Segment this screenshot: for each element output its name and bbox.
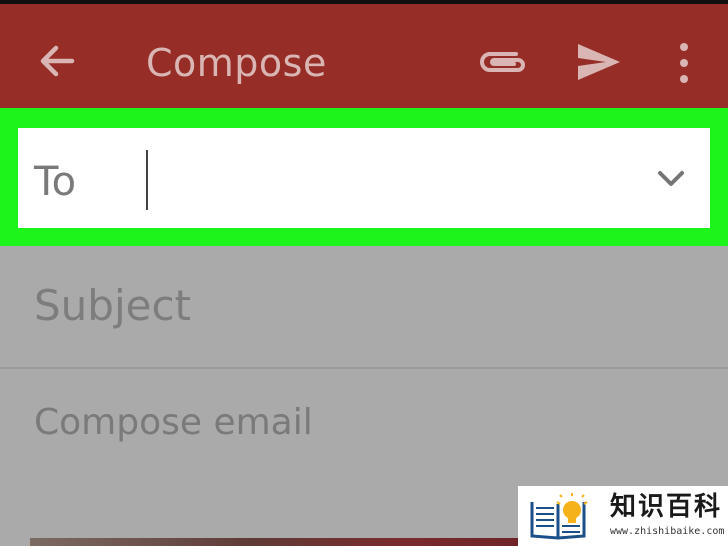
to-label: To: [34, 159, 77, 205]
subject-field[interactable]: Subject: [34, 280, 191, 332]
compose-body-field[interactable]: Compose email: [34, 400, 313, 446]
watermark: 知识百科 www.zhishibaike.com: [518, 486, 728, 546]
watermark-name: 知识百科: [610, 492, 723, 522]
book-lightbulb-logo: [530, 493, 588, 540]
text-cursor: [146, 150, 148, 210]
paperclip-icon[interactable]: [476, 44, 528, 80]
more-vertical-icon[interactable]: [670, 40, 698, 86]
page-title: Compose: [146, 41, 327, 85]
compose-app-bar: Compose: [0, 4, 728, 108]
send-icon[interactable]: [574, 40, 624, 84]
attached-image-preview: [30, 538, 520, 546]
watermark-url: www.zhishibaike.com: [610, 526, 725, 537]
chevron-down-icon[interactable]: [654, 166, 688, 192]
arrow-left-icon[interactable]: [36, 40, 78, 82]
to-field[interactable]: [18, 128, 710, 228]
divider: [0, 367, 728, 369]
